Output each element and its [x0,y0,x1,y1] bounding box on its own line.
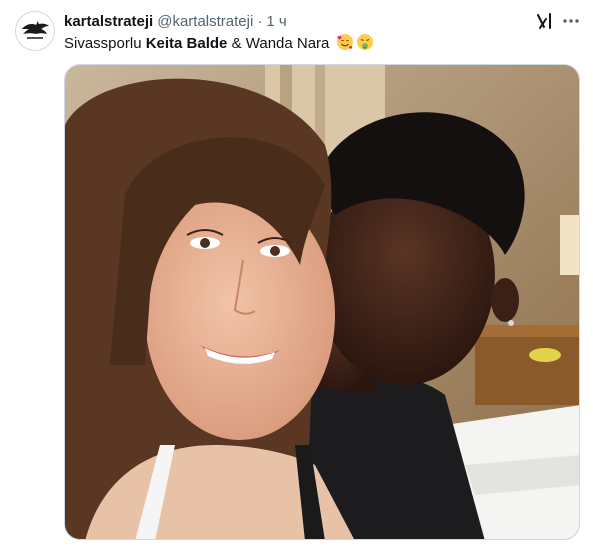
more-dots-icon [563,19,579,23]
smiling-face-with-hearts-icon [336,33,354,51]
face-vomiting-icon [356,33,374,51]
grok-button[interactable] [533,10,555,32]
more-options-button[interactable] [560,10,582,32]
separator-dot: · [257,12,263,30]
tweet-header: kartalstrateji @kartalstrateji · 1 ч [64,11,287,31]
tweet-photo[interactable] [64,64,580,540]
eagle-logo-icon [16,12,54,50]
tweet-text-part1: Sivassporlu [64,35,146,52]
grok-icon [537,13,551,29]
tweet-text: Sivassporlu Keita Balde & Wanda Nara [64,33,374,54]
avatar[interactable] [15,11,55,51]
timestamp[interactable]: 1 ч [266,13,286,30]
tweet-text-mention: Keita Balde [145,35,228,52]
display-name[interactable]: kartalstrateji [64,13,153,30]
tweet-card[interactable]: kartalstrateji @kartalstrateji · 1 ч Siv… [0,0,593,550]
tweet-text-part2: & Wanda Nara [227,35,330,52]
photo-image [65,65,579,539]
user-handle[interactable]: @kartalstrateji [157,13,253,30]
